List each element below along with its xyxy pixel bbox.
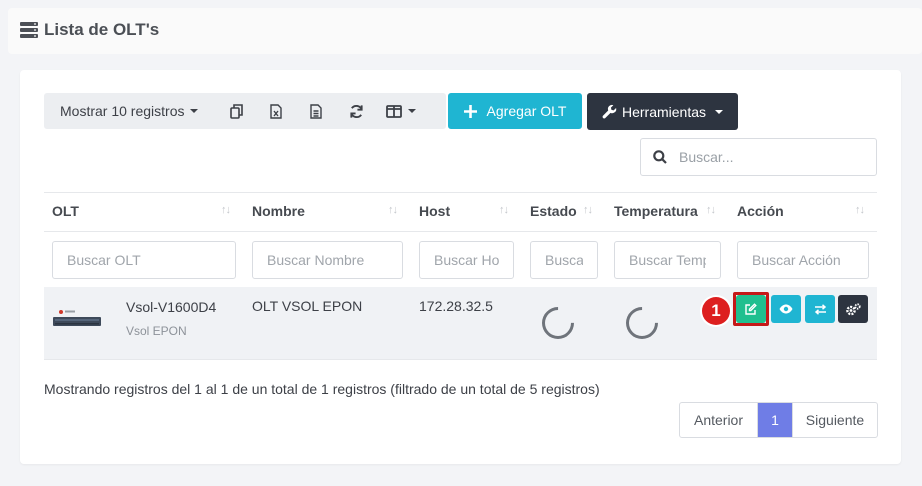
current-page-button[interactable]: 1: [758, 403, 792, 437]
table-buttons: Mostrar 10 registros: [44, 93, 446, 129]
page-length-label: Mostrar 10 registros: [60, 103, 185, 119]
table-top-divider: [44, 192, 877, 193]
copy-button[interactable]: [216, 93, 256, 129]
filter-temperatura-input[interactable]: [614, 241, 721, 279]
add-olt-label: Agregar OLT: [486, 103, 567, 119]
sort-icon[interactable]: ↑↓: [583, 204, 593, 216]
server-icon: [20, 22, 38, 38]
filter-estado-input[interactable]: [530, 241, 598, 279]
page-length-button[interactable]: Mostrar 10 registros: [44, 93, 216, 129]
cogs-icon: [845, 302, 861, 315]
sort-icon[interactable]: ↑↓: [499, 204, 509, 216]
filter-accion-input[interactable]: [737, 241, 869, 279]
filter-olt-input[interactable]: [52, 241, 236, 279]
sort-icon[interactable]: ↑↓: [388, 204, 398, 216]
sort-icon[interactable]: ↑↓: [706, 204, 716, 216]
exchange-icon: [814, 303, 826, 315]
olt-device-image: [53, 310, 101, 326]
settings-button[interactable]: [838, 295, 868, 323]
column-header-nombre[interactable]: Nombre: [252, 203, 305, 219]
columns-icon: [386, 104, 402, 118]
csv-button[interactable]: [296, 93, 336, 129]
search-input[interactable]: [679, 149, 869, 165]
column-header-olt[interactable]: OLT: [52, 203, 79, 219]
copy-icon: [229, 103, 243, 119]
sort-icon[interactable]: ↑↓: [221, 204, 231, 216]
pagination: Anterior 1 Siguiente: [679, 402, 878, 438]
refresh-icon: [349, 104, 363, 118]
olt-model[interactable]: Vsol-V1600D4: [126, 299, 216, 315]
olt-type: Vsol EPON: [126, 324, 187, 338]
eye-icon: [779, 304, 793, 314]
edit-button-highlight: [733, 292, 769, 326]
caret-down-icon: [408, 109, 416, 113]
previous-page-button[interactable]: Anterior: [680, 403, 758, 437]
table-info: Mostrando registros del 1 al 1 de un tot…: [44, 381, 600, 397]
column-header-accion[interactable]: Acción: [737, 203, 784, 219]
column-header-temperatura[interactable]: Temperatura: [614, 203, 698, 219]
column-header-host[interactable]: Host: [419, 203, 450, 219]
filter-nombre-input[interactable]: [252, 241, 403, 279]
wrench-icon: [602, 104, 617, 119]
sort-icon[interactable]: ↑↓: [855, 204, 865, 216]
olt-nombre: OLT VSOL EPON: [252, 298, 363, 314]
tools-label: Herramientas: [621, 103, 707, 120]
exchange-button[interactable]: [805, 295, 835, 323]
search-icon: [641, 150, 679, 164]
plus-icon: [463, 104, 477, 118]
global-search: [640, 138, 877, 176]
annotation-badge: 1: [702, 297, 730, 325]
page-title-text: Lista de OLT's: [44, 20, 160, 39]
page-title: Lista de OLT's: [20, 20, 159, 40]
file-text-icon: [310, 103, 322, 119]
column-header-estado[interactable]: Estado: [530, 203, 577, 219]
caret-down-icon: [190, 109, 199, 113]
filter-host-input[interactable]: [419, 241, 514, 279]
tools-button[interactable]: Herramientas: [587, 93, 738, 130]
add-olt-button[interactable]: Agregar OLT: [448, 93, 582, 129]
next-page-button[interactable]: Siguiente: [792, 403, 877, 437]
excel-button[interactable]: [256, 93, 296, 129]
page-bottom: [0, 478, 922, 486]
refresh-button[interactable]: [336, 93, 376, 129]
olt-host: 172.28.32.5: [419, 298, 493, 314]
table-bottom-divider: [44, 359, 877, 360]
column-visibility-button[interactable]: [376, 93, 426, 129]
view-button[interactable]: [771, 295, 801, 323]
file-excel-icon: [270, 103, 282, 119]
caret-down-icon: [715, 109, 724, 114]
header-divider: [44, 231, 877, 232]
